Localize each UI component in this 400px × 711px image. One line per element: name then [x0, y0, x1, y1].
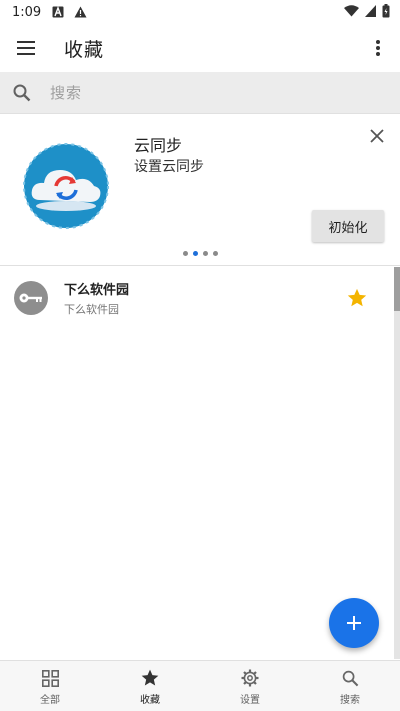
- cloud-sync-banner: 云同步 设置云同步 初始化: [0, 114, 400, 266]
- status-time: 1:09: [12, 4, 42, 20]
- list-item-title: 下么软件园: [64, 283, 130, 298]
- gear-icon: [240, 668, 260, 688]
- search-icon: [340, 668, 360, 688]
- grid-icon: [40, 668, 60, 688]
- list-item-subtitle: 下么软件园: [64, 303, 119, 316]
- search-bar: [0, 72, 400, 114]
- wifi-icon: [344, 5, 359, 21]
- pager-dot[interactable]: [202, 251, 208, 256]
- nav-favorites[interactable]: 收藏: [100, 661, 200, 711]
- nav-label: 全部: [40, 695, 60, 706]
- close-icon[interactable]: [370, 128, 386, 144]
- banner-pager: [0, 251, 400, 256]
- nav-label: 收藏: [140, 695, 160, 706]
- plus-icon: [347, 616, 361, 630]
- a-notification-icon: [51, 5, 65, 19]
- warning-icon: [73, 5, 87, 19]
- pager-dot[interactable]: [182, 251, 188, 256]
- nav-label: 搜索: [340, 695, 360, 706]
- menu-icon[interactable]: [0, 24, 52, 72]
- banner-subtitle: 设置云同步: [134, 159, 204, 175]
- favorites-list: 下么软件园 下么软件园: [0, 267, 400, 659]
- pager-dot-active[interactable]: [192, 251, 198, 256]
- bottom-navigation: 全部 收藏 设置 搜索: [0, 660, 400, 711]
- add-button[interactable]: [329, 598, 379, 648]
- banner-title: 云同步: [134, 136, 183, 155]
- list-item[interactable]: 下么软件园 下么软件园: [0, 267, 400, 329]
- initialize-button[interactable]: 初始化: [312, 210, 384, 242]
- page-title: 收藏: [64, 38, 105, 61]
- star-icon: [140, 668, 160, 688]
- signal-icon: [365, 5, 376, 21]
- cloud-sync-icon: [22, 142, 110, 230]
- list-scrollbar[interactable]: [394, 267, 400, 659]
- star-icon[interactable]: [346, 287, 368, 309]
- nav-search[interactable]: 搜索: [300, 661, 400, 711]
- more-vert-icon[interactable]: [366, 36, 390, 60]
- key-icon: [14, 281, 48, 315]
- nav-label: 设置: [240, 695, 260, 706]
- status-right-icons: [344, 4, 390, 22]
- search-icon: [0, 84, 44, 102]
- nav-all[interactable]: 全部: [0, 661, 100, 711]
- search-input[interactable]: [50, 83, 350, 102]
- nav-settings[interactable]: 设置: [200, 661, 300, 711]
- status-bar: 1:09: [0, 0, 400, 24]
- scrollbar-thumb[interactable]: [394, 267, 400, 311]
- pager-dot[interactable]: [212, 251, 218, 256]
- app-bar: 收藏: [0, 24, 400, 72]
- battery-icon: [382, 4, 390, 22]
